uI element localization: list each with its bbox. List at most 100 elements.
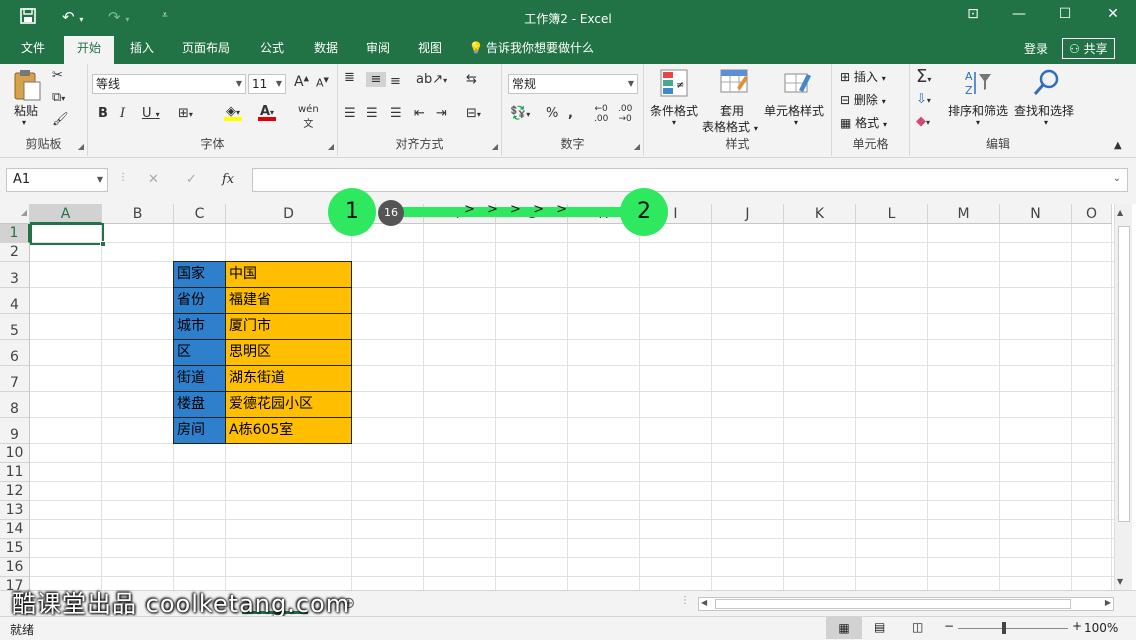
zoom-slider[interactable]	[958, 628, 1068, 629]
phonetic-icon[interactable]: wén 文	[298, 104, 319, 130]
tab-page-layout[interactable]: 页面布局	[174, 36, 238, 64]
row-header-10[interactable]: 10	[0, 444, 30, 463]
format-cells-button[interactable]: ▦ 格式 ▾	[840, 114, 887, 131]
table-value-cell[interactable]: 中国	[225, 261, 352, 288]
page-break-view-icon[interactable]: ◫	[912, 620, 923, 634]
paste-dropdown-icon[interactable]: ▾	[22, 118, 26, 127]
table-value-cell[interactable]: 湖东街道	[225, 365, 352, 392]
shrink-font-icon[interactable]: A▼	[316, 76, 329, 90]
confirm-entry-icon[interactable]: ✓	[186, 172, 197, 187]
percent-style-button[interactable]: %	[546, 106, 558, 121]
normal-view-icon[interactable]: ▦	[826, 617, 862, 639]
login-link[interactable]: 登录	[1024, 40, 1048, 57]
share-button[interactable]: ⚇ 共享	[1062, 38, 1115, 59]
collapse-ribbon-icon[interactable]: ▲	[1114, 140, 1122, 151]
scroll-left-icon[interactable]: ◀	[701, 598, 707, 607]
zoom-level[interactable]: 100%	[1084, 621, 1118, 635]
row-header-9[interactable]: 9	[0, 418, 30, 444]
table-value-cell[interactable]: 爱德花园小区	[225, 391, 352, 418]
close-icon[interactable]: ✕	[1098, 6, 1128, 22]
page-layout-view-icon[interactable]: ▤	[874, 620, 885, 634]
autosum-icon[interactable]: Σ▾	[916, 66, 931, 87]
alignment-launcher-icon[interactable]: ◢	[492, 142, 498, 151]
row-header-1[interactable]: 1	[0, 224, 30, 243]
clear-icon[interactable]: ◆▾	[916, 114, 930, 129]
row-header-11[interactable]: 11	[0, 463, 30, 482]
number-format-select[interactable]: 常规 ▼	[508, 74, 638, 94]
tab-data[interactable]: 数据	[304, 36, 348, 64]
scroll-down-icon[interactable]: ▼	[1117, 577, 1123, 586]
comma-style-icon[interactable]: ,	[568, 106, 573, 121]
ribbon-display-options-icon[interactable]: ⊡	[958, 6, 988, 22]
decrease-decimal-icon[interactable]: .00 →0	[618, 104, 632, 124]
expand-formula-icon[interactable]: ⌄	[1113, 173, 1121, 184]
zoom-slider-thumb[interactable]	[1002, 622, 1006, 634]
copy-icon[interactable]: ⧉▾	[52, 90, 65, 105]
select-all-corner[interactable]: ◢	[0, 204, 30, 224]
increase-indent-icon[interactable]: ⇥	[436, 106, 447, 121]
column-header-n[interactable]: N	[1000, 204, 1072, 224]
align-bottom-icon[interactable]: ≡	[390, 74, 401, 89]
border-icon[interactable]: ⊞▾	[178, 106, 193, 121]
table-key-cell[interactable]: 楼盘	[173, 391, 226, 418]
row-header-8[interactable]: 8	[0, 392, 30, 418]
italic-button[interactable]: I	[120, 106, 125, 121]
format-as-table-icon[interactable]	[718, 68, 750, 98]
row-header-4[interactable]: 4	[0, 288, 30, 314]
row-header-12[interactable]: 12	[0, 482, 30, 501]
table-key-cell[interactable]: 区	[173, 339, 226, 366]
align-center-icon[interactable]: ☰	[366, 106, 378, 121]
decrease-indent-icon[interactable]: ⇤	[414, 106, 425, 121]
table-key-cell[interactable]: 房间	[173, 417, 226, 444]
fill-color-icon[interactable]: ◈▾	[224, 104, 242, 121]
clipboard-launcher-icon[interactable]: ◢	[78, 142, 84, 151]
fill-icon[interactable]: ⇩▾	[916, 92, 931, 107]
conditional-format-label[interactable]: 条件格式	[650, 102, 698, 119]
column-header-b[interactable]: B	[102, 204, 174, 224]
insert-cells-button[interactable]: ⊞ 插入 ▾	[840, 68, 886, 85]
cancel-entry-icon[interactable]: ✕	[148, 172, 159, 187]
paste-icon[interactable]	[10, 68, 44, 104]
table-key-cell[interactable]: 国家	[173, 261, 226, 288]
cell-styles-icon[interactable]	[782, 68, 814, 98]
table-value-cell[interactable]: 厦门市	[225, 313, 352, 340]
number-launcher-icon[interactable]: ◢	[634, 142, 640, 151]
column-header-c[interactable]: C	[174, 204, 226, 224]
row-header-15[interactable]: 15	[0, 539, 30, 558]
insert-function-button[interactable]: fx	[222, 172, 234, 187]
table-key-cell[interactable]: 城市	[173, 313, 226, 340]
format-as-table-label-2[interactable]: 表格格式 ▾	[702, 118, 758, 135]
horizontal-scrollbar[interactable]: ◀ ▶	[698, 597, 1114, 611]
vertical-scrollbar[interactable]: ▲ ▼	[1114, 204, 1132, 590]
orientation-icon[interactable]: ab↗▾	[416, 72, 447, 87]
table-value-cell[interactable]: 思明区	[225, 339, 352, 366]
table-value-cell[interactable]: A栋605室	[225, 417, 352, 444]
minimize-icon[interactable]: —	[1004, 6, 1034, 22]
font-size-select[interactable]: 11 ▼	[248, 74, 286, 94]
font-color-icon[interactable]: A▾	[258, 104, 276, 121]
align-middle-icon[interactable]: ≡	[366, 72, 386, 87]
worksheet-grid[interactable]: ◢ ABCDEFGHIJKLMNO 1234567891011121314151…	[0, 204, 1136, 596]
formula-input[interactable]: ⌄	[252, 168, 1128, 192]
underline-button[interactable]: U ▾	[142, 106, 160, 121]
format-painter-icon[interactable]: 🖌	[52, 112, 69, 127]
cut-icon[interactable]: ✂	[52, 68, 63, 83]
format-as-table-label-1[interactable]: 套用	[720, 102, 744, 119]
sort-filter-label[interactable]: 排序和筛选	[948, 102, 1008, 119]
scroll-up-icon[interactable]: ▲	[1117, 208, 1123, 217]
row-header-13[interactable]: 13	[0, 501, 30, 520]
sort-filter-icon[interactable]: AZ	[962, 68, 994, 100]
column-header-k[interactable]: K	[784, 204, 856, 224]
find-select-label[interactable]: 查找和选择	[1014, 102, 1074, 119]
column-header-a[interactable]: A	[30, 204, 102, 224]
name-box[interactable]: A1 ▼	[6, 168, 108, 192]
row-header-7[interactable]: 7	[0, 366, 30, 392]
grow-font-icon[interactable]: A▲	[294, 74, 309, 90]
increase-decimal-icon[interactable]: ←0.00	[594, 104, 608, 124]
row-header-3[interactable]: 3	[0, 262, 30, 288]
tab-insert[interactable]: 插入	[120, 36, 164, 64]
column-header-m[interactable]: M	[928, 204, 1000, 224]
column-header-o[interactable]: O	[1072, 204, 1112, 224]
tell-me-box[interactable]: 告诉我你想要做什么	[486, 36, 606, 64]
scrollbar-split-icon[interactable]: ⋮	[680, 595, 690, 606]
